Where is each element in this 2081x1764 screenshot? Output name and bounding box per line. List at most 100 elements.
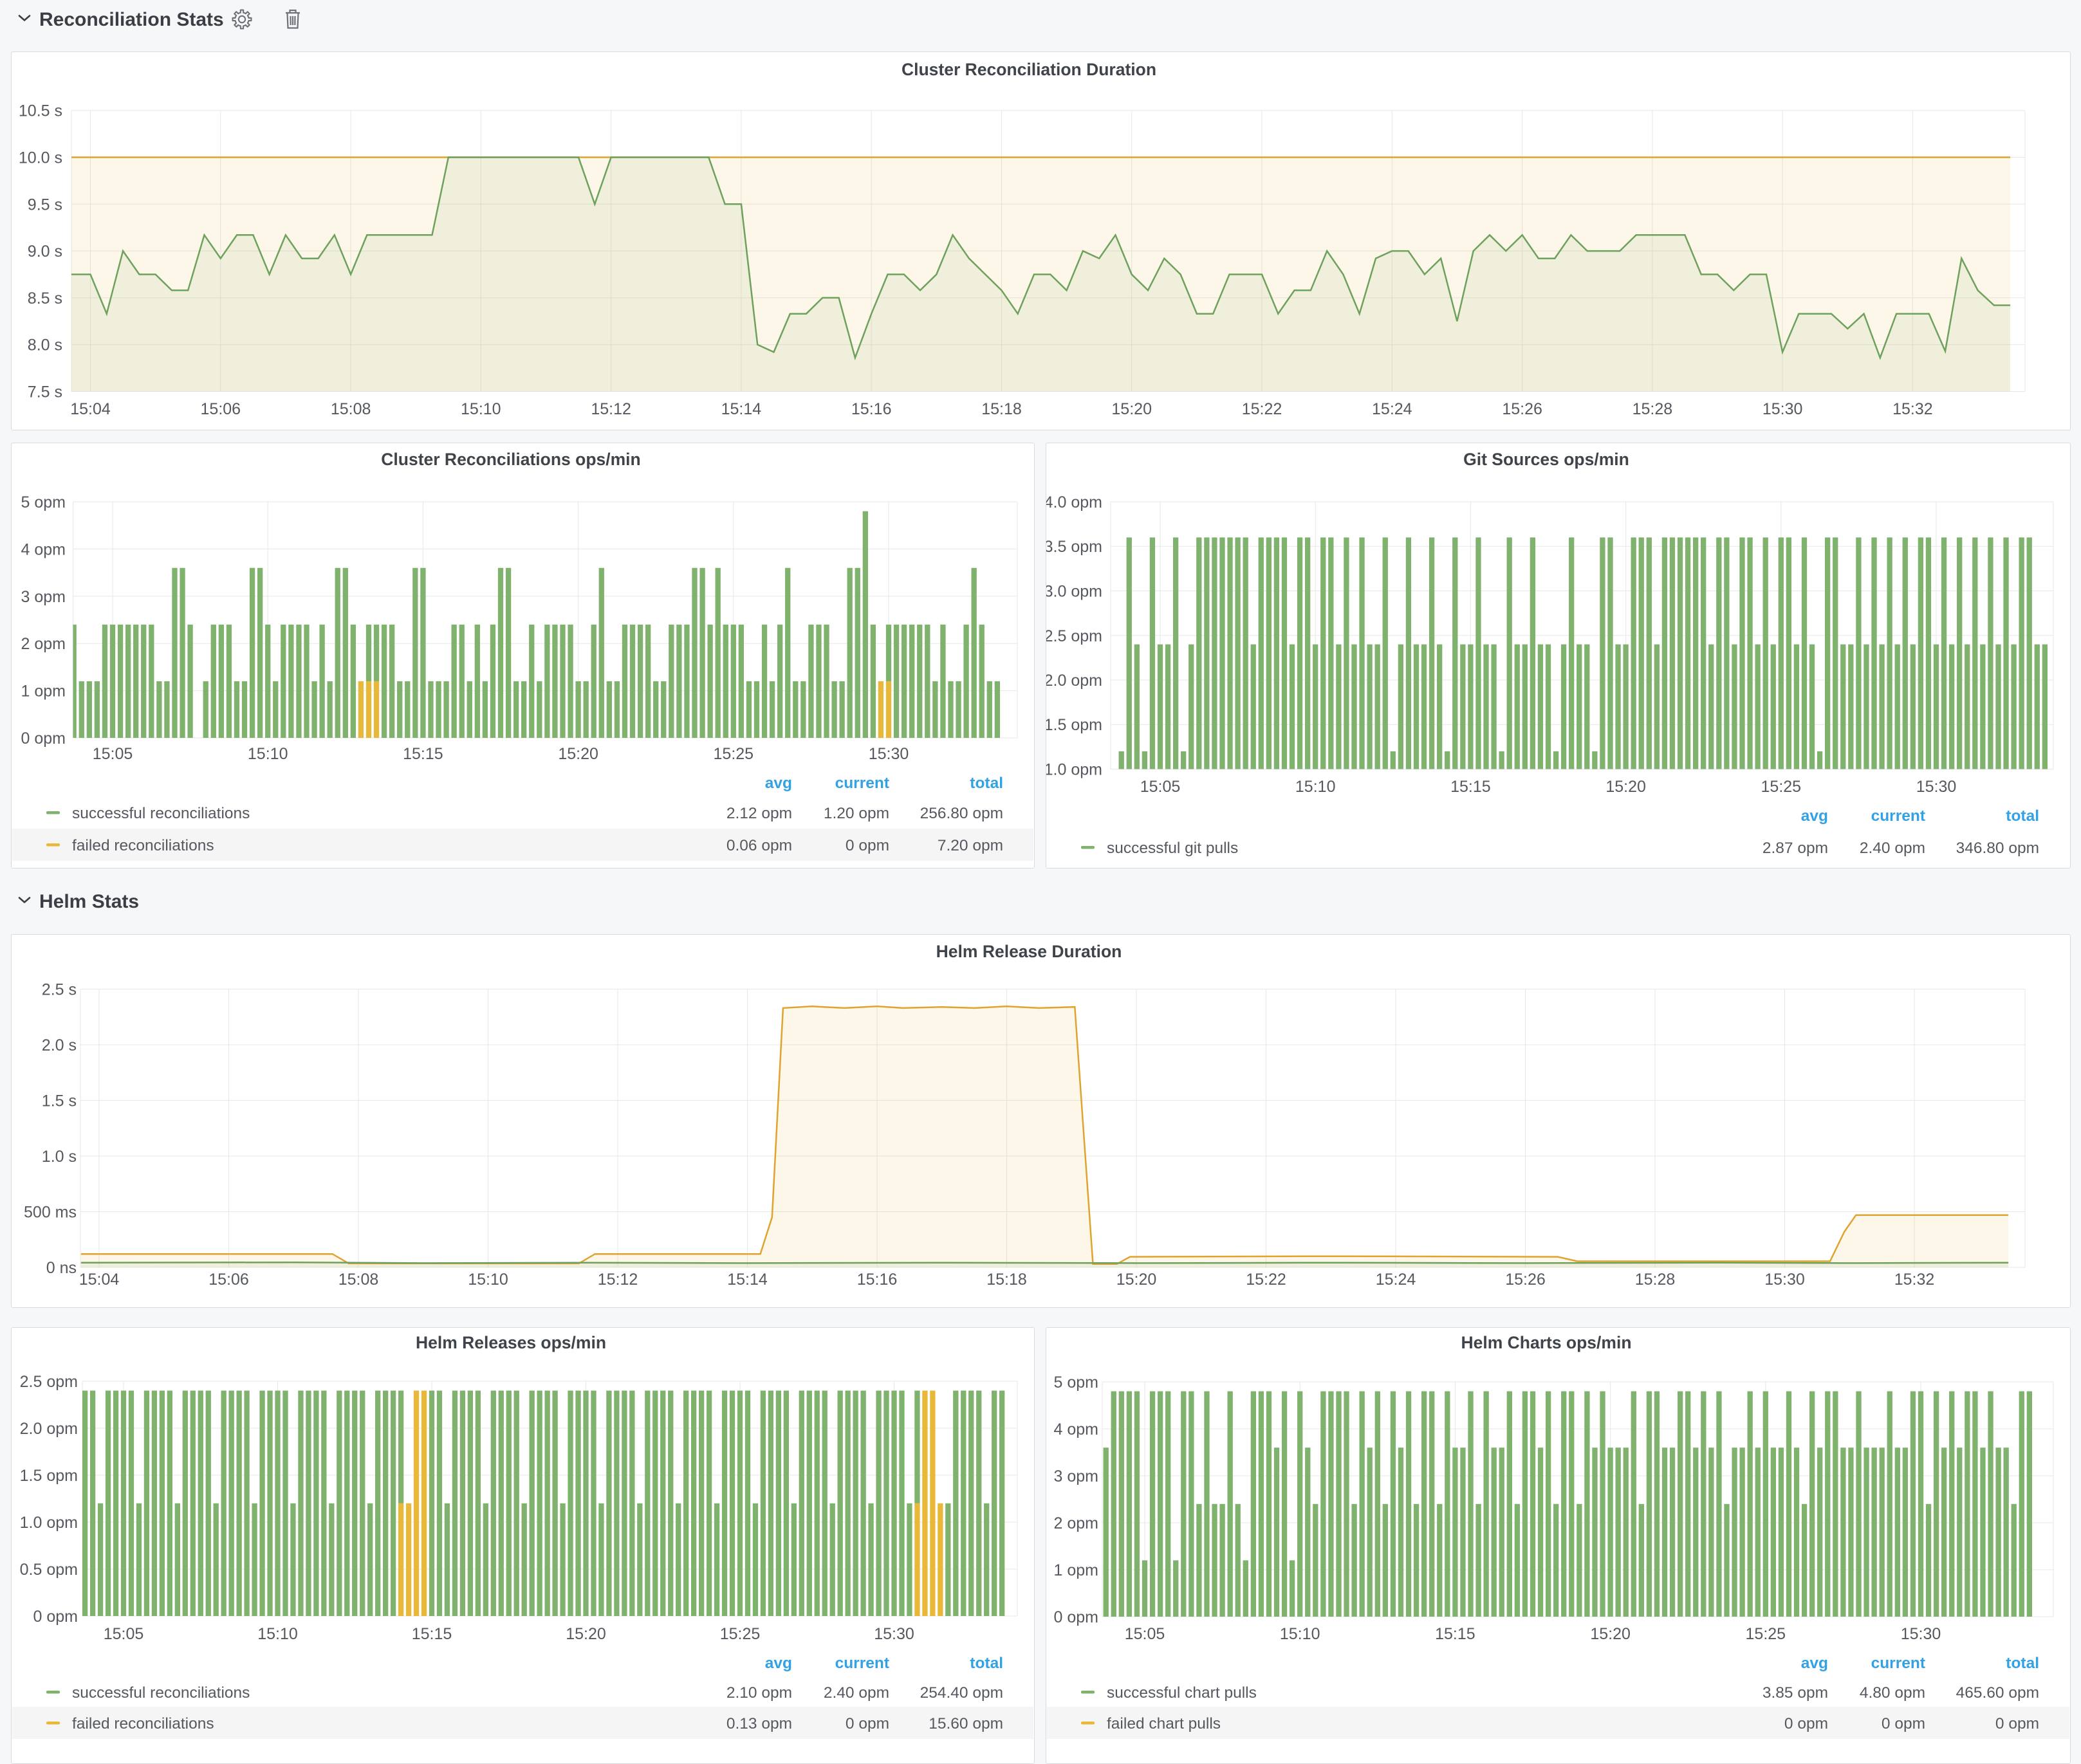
svg-text:avg: avg (765, 775, 792, 792)
svg-text:4.80 opm: 4.80 opm (1860, 1684, 1925, 1702)
svg-text:current: current (1871, 807, 1925, 825)
svg-text:15:30: 15:30 (874, 1625, 914, 1643)
svg-text:0.06 opm: 0.06 opm (726, 837, 792, 854)
svg-text:15:10: 15:10 (248, 745, 288, 763)
svg-text:2.5 s: 2.5 s (42, 981, 77, 999)
svg-text:15:10: 15:10 (1280, 1625, 1320, 1643)
svg-text:3 opm: 3 opm (21, 588, 66, 606)
svg-text:total: total (970, 1655, 1003, 1672)
svg-text:Git Sources ops/min: Git Sources ops/min (1463, 450, 1629, 469)
svg-text:current: current (1871, 1655, 1925, 1672)
svg-text:15:08: 15:08 (331, 400, 371, 418)
svg-text:15:12: 15:12 (591, 400, 631, 418)
svg-text:15:25: 15:25 (1746, 1625, 1786, 1643)
svg-text:0 ns: 0 ns (46, 1259, 77, 1277)
svg-text:15:15: 15:15 (1450, 778, 1491, 796)
svg-text:15:10: 15:10 (461, 400, 501, 418)
svg-text:4 opm: 4 opm (21, 540, 66, 558)
svg-text:15.60 opm: 15.60 opm (929, 1715, 1003, 1732)
svg-text:15:30: 15:30 (869, 745, 909, 763)
svg-text:2.10 opm: 2.10 opm (726, 1684, 792, 1702)
svg-text:5 opm: 5 opm (21, 493, 66, 511)
svg-text:avg: avg (1801, 1655, 1828, 1672)
svg-text:15:05: 15:05 (104, 1625, 144, 1643)
svg-text:15:12: 15:12 (598, 1271, 638, 1289)
svg-text:15:14: 15:14 (727, 1271, 768, 1289)
svg-text:15:05: 15:05 (1140, 778, 1181, 796)
svg-text:15:05: 15:05 (93, 745, 133, 763)
svg-text:15:10: 15:10 (257, 1625, 298, 1643)
svg-text:15:28: 15:28 (1632, 400, 1673, 418)
svg-text:15:20: 15:20 (566, 1625, 606, 1643)
svg-text:15:04: 15:04 (79, 1271, 120, 1289)
svg-text:15:10: 15:10 (468, 1271, 508, 1289)
svg-text:10.0 s: 10.0 s (19, 149, 62, 167)
svg-text:15:20: 15:20 (558, 745, 598, 763)
svg-text:15:06: 15:06 (208, 1271, 249, 1289)
svg-text:Cluster Reconciliation Duratio: Cluster Reconciliation Duration (902, 60, 1156, 79)
svg-text:1 opm: 1 opm (21, 683, 66, 701)
svg-text:10.5 s: 10.5 s (19, 102, 62, 120)
svg-text:256.80 opm: 256.80 opm (920, 805, 1003, 822)
svg-text:15:26: 15:26 (1505, 1271, 1546, 1289)
svg-text:1.0 s: 1.0 s (42, 1148, 77, 1166)
svg-text:15:30: 15:30 (1916, 778, 1957, 796)
svg-text:15:25: 15:25 (1761, 778, 1802, 796)
svg-text:15:22: 15:22 (1246, 1271, 1286, 1289)
svg-text:0 opm: 0 opm (1784, 1715, 1828, 1732)
svg-text:total: total (2006, 1655, 2039, 1672)
svg-text:2.0 opm: 2.0 opm (20, 1420, 78, 1438)
svg-text:0 opm: 0 opm (1995, 1715, 2039, 1732)
svg-text:15:04: 15:04 (70, 400, 111, 418)
svg-text:9.5 s: 9.5 s (28, 196, 62, 214)
svg-text:Helm Charts ops/min: Helm Charts ops/min (1461, 1333, 1631, 1352)
svg-text:15:32: 15:32 (1894, 1271, 1935, 1289)
svg-text:3.5 opm: 3.5 opm (1046, 538, 1102, 556)
svg-text:15:18: 15:18 (981, 400, 1022, 418)
svg-text:2.5 opm: 2.5 opm (20, 1373, 78, 1391)
svg-text:total: total (970, 775, 1003, 792)
svg-text:15:08: 15:08 (338, 1271, 379, 1289)
svg-text:successful reconciliations: successful reconciliations (72, 1684, 250, 1702)
svg-text:Cluster Reconciliations ops/mi: Cluster Reconciliations ops/min (381, 450, 640, 469)
svg-text:15:10: 15:10 (1295, 778, 1336, 796)
svg-text:0.5 opm: 0.5 opm (20, 1561, 78, 1579)
svg-text:1.0 opm: 1.0 opm (1046, 761, 1102, 779)
svg-text:Helm Releases ops/min: Helm Releases ops/min (416, 1333, 606, 1352)
svg-text:15:20: 15:20 (1605, 778, 1646, 796)
svg-text:1.0 opm: 1.0 opm (20, 1514, 78, 1532)
svg-text:15:15: 15:15 (412, 1625, 452, 1643)
svg-text:0 opm: 0 opm (846, 837, 889, 854)
svg-text:total: total (2006, 807, 2039, 825)
svg-text:successful reconciliations: successful reconciliations (72, 805, 250, 822)
svg-text:15:16: 15:16 (851, 400, 892, 418)
svg-text:3.85 opm: 3.85 opm (1762, 1684, 1828, 1702)
svg-text:4 opm: 4 opm (1054, 1420, 1098, 1438)
svg-text:8.5 s: 8.5 s (28, 289, 62, 308)
svg-text:0 opm: 0 opm (1054, 1608, 1098, 1626)
svg-text:0.13 opm: 0.13 opm (726, 1715, 792, 1732)
svg-text:2.87 opm: 2.87 opm (1762, 840, 1828, 857)
svg-text:8.0 s: 8.0 s (28, 336, 62, 354)
svg-text:500 ms: 500 ms (24, 1204, 77, 1222)
svg-text:254.40 opm: 254.40 opm (920, 1684, 1003, 1702)
svg-text:15:22: 15:22 (1242, 400, 1282, 418)
svg-text:0 opm: 0 opm (1882, 1715, 1925, 1732)
svg-text:15:26: 15:26 (1502, 400, 1542, 418)
svg-text:successful git pulls: successful git pulls (1107, 840, 1238, 857)
svg-text:2.0 opm: 2.0 opm (1046, 672, 1102, 690)
svg-text:2 opm: 2 opm (1054, 1514, 1098, 1532)
svg-text:1 opm: 1 opm (1054, 1561, 1098, 1579)
svg-text:15:24: 15:24 (1376, 1271, 1416, 1289)
svg-text:2.0 s: 2.0 s (42, 1036, 77, 1054)
svg-text:15:25: 15:25 (720, 1625, 761, 1643)
svg-text:15:28: 15:28 (1635, 1271, 1676, 1289)
svg-text:15:30: 15:30 (1901, 1625, 1941, 1643)
svg-text:avg: avg (765, 1655, 792, 1672)
svg-text:5 opm: 5 opm (1054, 1374, 1098, 1392)
svg-text:0 opm: 0 opm (33, 1608, 78, 1626)
svg-text:15:24: 15:24 (1372, 400, 1412, 418)
svg-text:successful chart pulls: successful chart pulls (1107, 1684, 1257, 1702)
svg-text:current: current (835, 1655, 889, 1672)
svg-text:15:25: 15:25 (714, 745, 754, 763)
